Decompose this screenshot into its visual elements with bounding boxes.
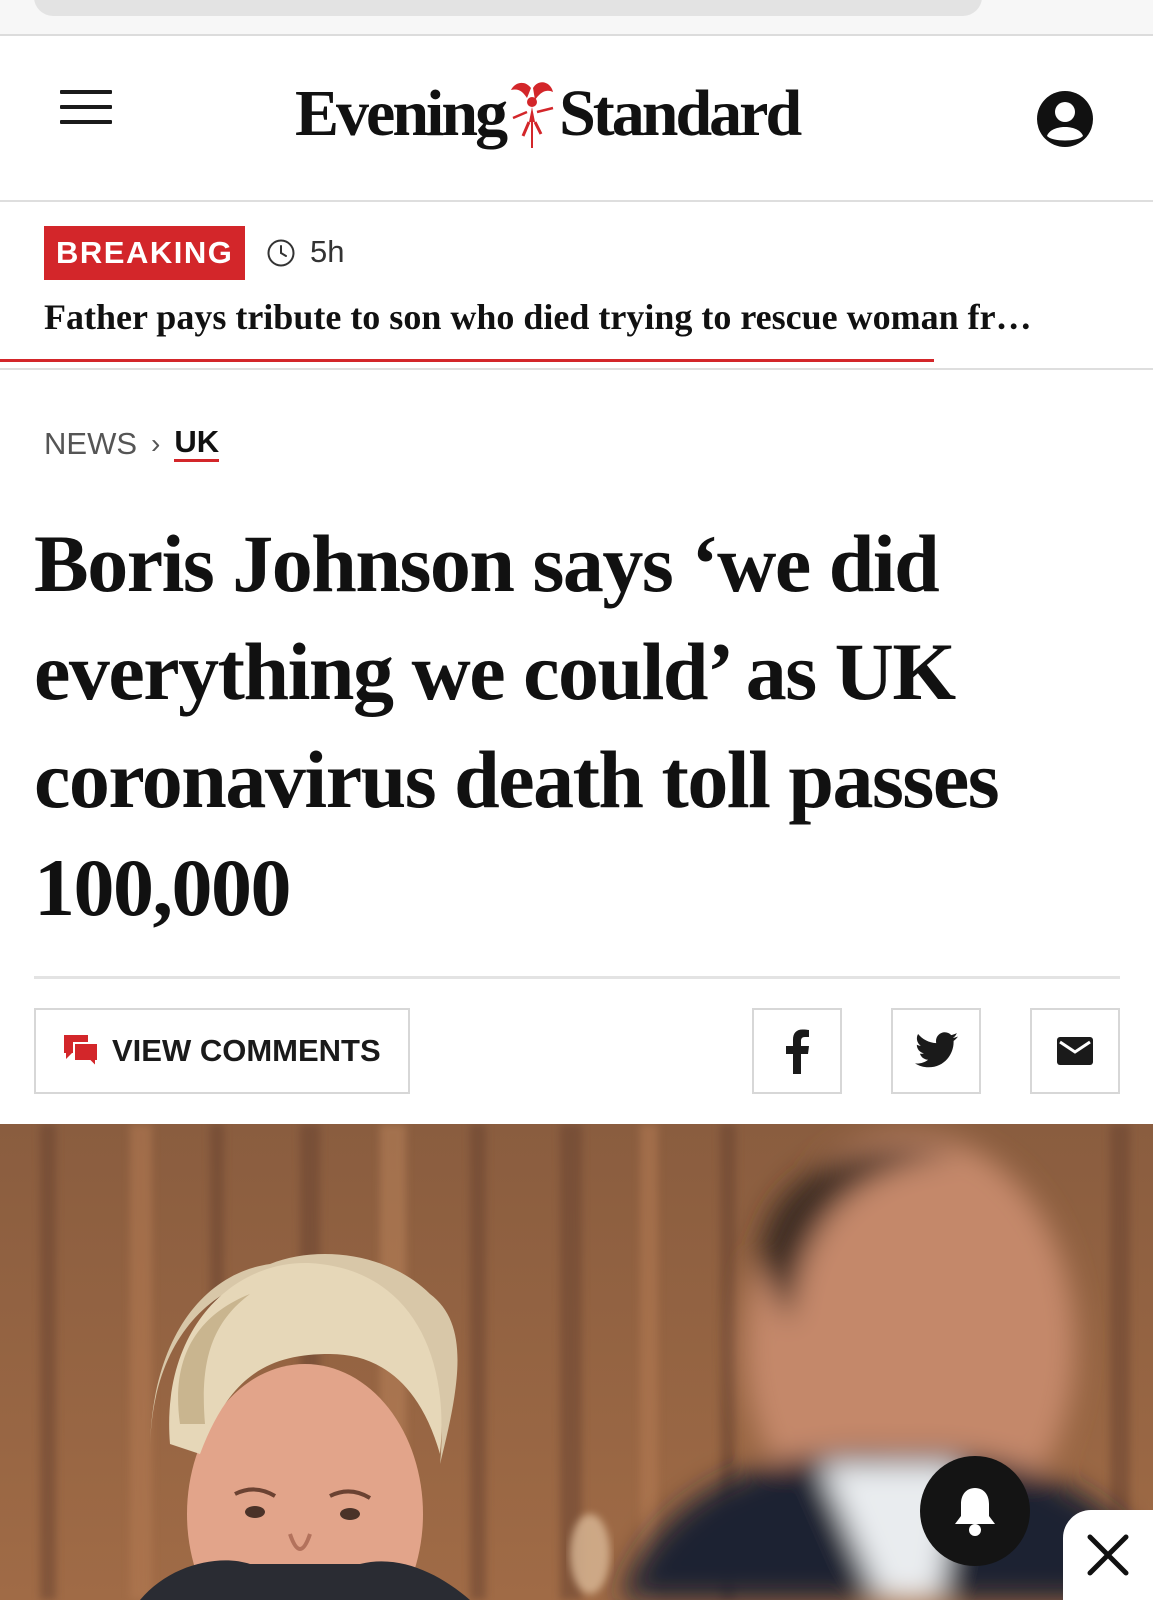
breaking-news-bar[interactable]: BREAKING 5h Father pays tribute to son w… xyxy=(0,202,1153,370)
breadcrumb-uk[interactable]: UK xyxy=(174,425,220,462)
share-facebook-button[interactable] xyxy=(752,1008,842,1094)
notifications-button[interactable] xyxy=(920,1456,1030,1566)
chevron-right-icon: › xyxy=(151,427,161,459)
breaking-progress-bar xyxy=(0,359,934,362)
logo-word-standard: Standard xyxy=(559,77,802,150)
logo-word-evening: Evening xyxy=(295,77,508,150)
breadcrumb-news[interactable]: NEWS xyxy=(44,426,137,462)
share-email-button[interactable] xyxy=(1030,1008,1120,1094)
close-icon xyxy=(1087,1534,1129,1576)
user-icon xyxy=(1037,91,1093,147)
hamburger-icon xyxy=(60,90,112,94)
share-twitter-button[interactable] xyxy=(891,1008,981,1094)
site-logo[interactable]: Evening Standard xyxy=(295,74,802,154)
bell-icon xyxy=(955,1488,995,1536)
view-comments-button[interactable]: VIEW COMMENTS xyxy=(34,1008,410,1094)
breaking-timestamp: 5h xyxy=(310,234,345,269)
breaking-headline-link[interactable]: Father pays tribute to son who died tryi… xyxy=(44,296,1124,338)
menu-button[interactable] xyxy=(60,90,112,130)
facebook-icon xyxy=(786,1029,809,1074)
masthead: Evening Standard xyxy=(0,36,1153,202)
breadcrumb: NEWS › UK xyxy=(44,425,220,462)
close-button[interactable] xyxy=(1063,1510,1153,1600)
winged-figure-icon xyxy=(511,82,554,148)
divider xyxy=(34,976,1120,979)
clock-icon xyxy=(267,239,295,267)
account-button[interactable] xyxy=(1036,90,1094,148)
email-icon xyxy=(1057,1037,1093,1065)
article-headline: Boris Johnson says ‘we did everything we… xyxy=(34,518,1000,933)
address-bar[interactable] xyxy=(34,0,982,16)
twitter-icon xyxy=(915,1032,958,1068)
breaking-badge: BREAKING xyxy=(44,226,246,280)
comments-icon xyxy=(64,1035,99,1069)
view-comments-label: VIEW COMMENTS xyxy=(112,1033,381,1068)
browser-chrome xyxy=(0,0,1153,36)
